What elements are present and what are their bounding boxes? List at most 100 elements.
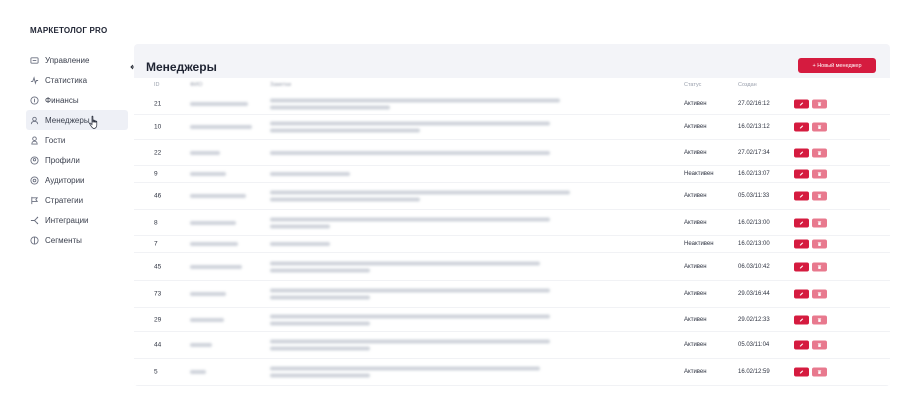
edit-icon[interactable]	[794, 340, 809, 350]
activity-icon	[30, 75, 39, 85]
sidebar-item[interactable]: Менеджеры	[26, 110, 128, 130]
row-description-redacted	[270, 119, 550, 136]
table-row[interactable]: 8 Активен 16.02/13:00	[134, 210, 890, 236]
header-id: ID	[154, 82, 160, 88]
edit-icon[interactable]	[794, 239, 809, 249]
new-manager-button[interactable]: + Новый менеджер	[798, 58, 876, 73]
delete-icon[interactable]	[812, 99, 827, 108]
table-row[interactable]: 5 Активен 16.02/12:59	[134, 359, 890, 386]
sidebar-item[interactable]: Интеграции	[26, 210, 128, 230]
row-actions	[794, 262, 827, 271]
sidebar-item[interactable]: Стратегии	[26, 190, 128, 210]
table-row[interactable]: 21 Активен 27.02/16:12	[134, 93, 890, 115]
row-date: 29.03/16:44	[738, 291, 770, 297]
row-id: 8	[154, 219, 158, 226]
sidebar-item[interactable]: Финансы	[26, 90, 128, 110]
row-id: 7	[154, 240, 158, 248]
row-date: 16.02/13:07	[738, 171, 770, 177]
sidebar-item-label: Профили	[45, 155, 80, 165]
row-actions	[794, 99, 827, 108]
row-status: Активен	[684, 316, 707, 323]
sidebar-item-label: Управление	[45, 55, 90, 65]
row-actions	[794, 289, 827, 299]
edit-icon[interactable]	[794, 262, 809, 271]
delete-icon[interactable]	[812, 262, 827, 271]
row-id: 5	[154, 368, 158, 376]
row-status: Активен	[684, 193, 707, 199]
delete-icon[interactable]	[812, 315, 827, 324]
sidebar-item[interactable]: Профили	[26, 150, 128, 170]
sidebar-item[interactable]: Сегменты	[26, 230, 128, 250]
delete-icon[interactable]	[812, 239, 827, 249]
delete-icon[interactable]	[812, 367, 827, 377]
row-date: 29.02/12:33	[738, 316, 770, 323]
edit-icon[interactable]	[794, 169, 809, 179]
row-date: 16.02/13:12	[738, 124, 770, 130]
delete-icon[interactable]	[812, 169, 827, 179]
row-name-redacted	[190, 343, 212, 347]
sidebar-item[interactable]: Статистика	[26, 70, 128, 90]
edit-icon[interactable]	[794, 122, 809, 132]
row-name-redacted	[190, 125, 252, 129]
row-status: Активен	[684, 369, 707, 375]
table-row[interactable]: 73 Активен 29.03/16:44	[134, 281, 890, 308]
dashboard-icon	[30, 56, 39, 65]
row-description-redacted	[270, 311, 550, 328]
profile-icon	[30, 155, 39, 165]
row-id: 9	[154, 170, 158, 178]
sidebar-item-label: Интеграции	[45, 215, 89, 225]
row-name-redacted	[190, 370, 206, 374]
row-name-redacted	[190, 317, 224, 322]
edit-icon[interactable]	[794, 218, 809, 227]
sidebar-item[interactable]: Управление	[26, 50, 128, 70]
row-date: 05.03/11:33	[738, 193, 770, 199]
row-status: Активен	[684, 342, 707, 348]
table-row[interactable]: 10 Активен 16.02/13:12	[134, 115, 890, 140]
row-description-redacted	[270, 258, 540, 275]
edit-icon[interactable]	[794, 99, 809, 108]
table-row[interactable]: 22 Активен 27.02/17:34	[134, 140, 890, 166]
row-status: Активен	[684, 124, 707, 130]
row-description-redacted	[270, 239, 330, 249]
edit-icon[interactable]	[794, 315, 809, 324]
row-status: Активен	[684, 219, 707, 226]
row-status: Активен	[684, 291, 707, 297]
sidebar-item[interactable]: Гости	[26, 130, 128, 150]
sidebar: Управление Статистика Финансы Менеджеры Гост…	[26, 50, 128, 250]
edit-icon[interactable]	[794, 148, 809, 157]
row-actions	[794, 367, 827, 377]
edit-icon[interactable]	[794, 191, 809, 201]
coin-icon	[30, 95, 39, 105]
delete-icon[interactable]	[812, 289, 827, 299]
edit-icon[interactable]	[794, 289, 809, 299]
row-name-redacted	[190, 264, 242, 269]
delete-icon[interactable]	[812, 148, 827, 157]
delete-icon[interactable]	[812, 191, 827, 201]
table-row[interactable]: 44 Активен 05.03/11:04	[134, 332, 890, 359]
delete-icon[interactable]	[812, 340, 827, 350]
row-actions	[794, 315, 827, 324]
table-row[interactable]: 7 Неактивен 16.02/13:00	[134, 236, 890, 253]
sidebar-item[interactable]: Аудитории	[26, 170, 128, 190]
sidebar-item-label: Сегменты	[45, 235, 82, 245]
sidebar-item-label: Менеджеры	[45, 115, 90, 125]
table-row[interactable]: 29 Активен 29.02/12:33	[134, 308, 890, 332]
header-status: Статус	[684, 82, 702, 88]
main-panel: Менеджеры + Новый менеджер ID ФИО Заметк…	[134, 44, 890, 386]
header-description: Заметки	[270, 82, 292, 88]
sidebar-item-label: Аудитории	[45, 175, 85, 185]
row-status: Неактивен	[684, 171, 714, 177]
delete-icon[interactable]	[812, 218, 827, 227]
row-id: 29	[154, 316, 162, 323]
row-date: 16.02/12:59	[738, 369, 770, 375]
table-row[interactable]: 46 Активен 05.03/11:33	[134, 183, 890, 210]
edit-icon[interactable]	[794, 367, 809, 377]
row-id: 10	[154, 123, 162, 131]
table-row[interactable]: 45 Активен 06.03/10:42	[134, 253, 890, 281]
brand-logo: МАРКЕТОЛОГ PRO	[30, 26, 108, 35]
delete-icon[interactable]	[812, 122, 827, 132]
row-name-redacted	[190, 292, 226, 296]
row-description-redacted	[270, 364, 540, 381]
table-row[interactable]: 9 Неактивен 16.02/13:07	[134, 166, 890, 183]
row-date: 16.02/13:00	[738, 241, 770, 247]
